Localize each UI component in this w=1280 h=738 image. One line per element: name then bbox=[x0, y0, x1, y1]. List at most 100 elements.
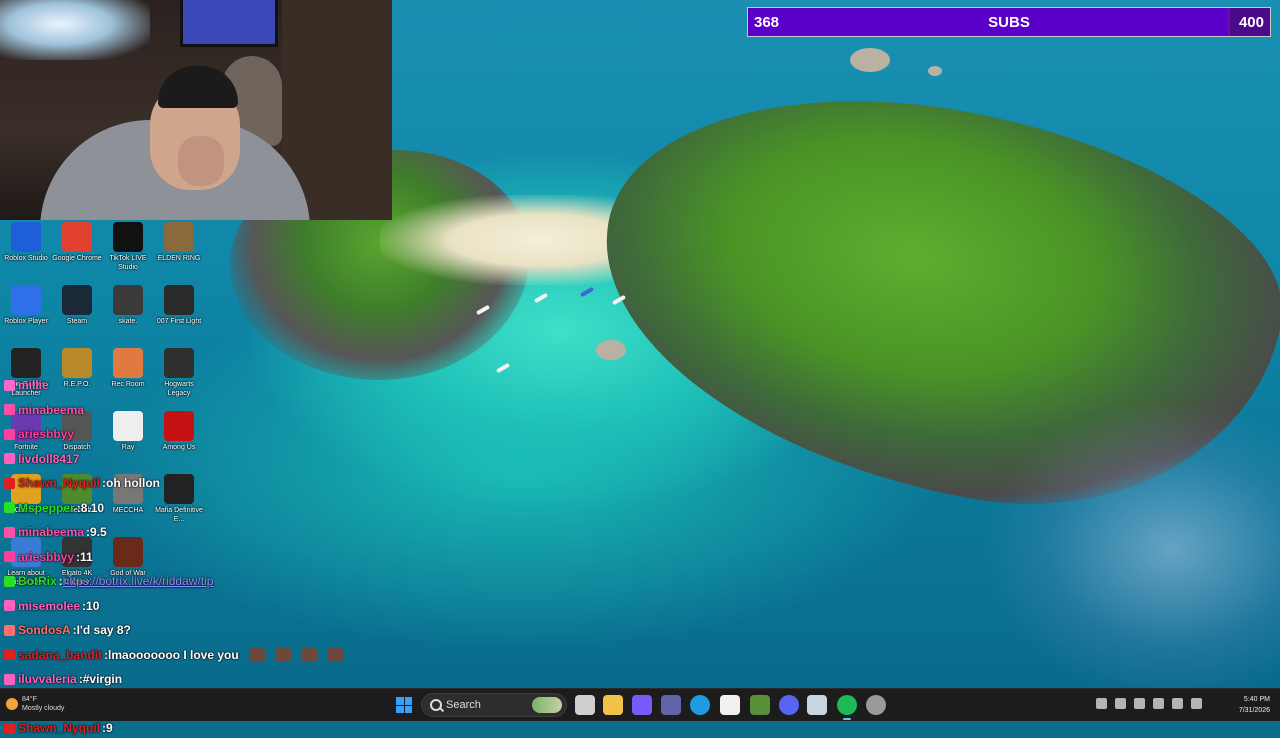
desktop-shortcut-label: skate. bbox=[118, 318, 138, 325]
chrome-icon bbox=[62, 222, 92, 252]
chevron-up-icon[interactable] bbox=[1096, 698, 1107, 709]
hogwarts-icon bbox=[164, 348, 194, 378]
chat-username: Shawn_Nyquil bbox=[18, 476, 101, 490]
chat-message: iluvvaleria : #virgin bbox=[4, 669, 122, 689]
chat-badge-icon bbox=[4, 600, 15, 611]
webcam-window-light bbox=[0, 0, 150, 60]
taskbar-clock[interactable]: 5:40 PM 7/31/2026 bbox=[1239, 694, 1270, 716]
task-view-icon[interactable] bbox=[575, 695, 595, 715]
chat-text: lmaooooooo I love you bbox=[108, 647, 239, 662]
steam-icon bbox=[62, 285, 92, 315]
chat-username: minabeema bbox=[18, 525, 85, 539]
chat-message: minabeema bbox=[4, 400, 86, 420]
network-icon[interactable] bbox=[1172, 698, 1183, 709]
webcam-tv bbox=[180, 0, 278, 47]
chat-text: #virgin bbox=[82, 672, 123, 686]
onedrive-icon[interactable] bbox=[1115, 698, 1126, 709]
chat-username: SondosA bbox=[18, 623, 71, 637]
desktop-shortcut-label: Roblox Player bbox=[4, 318, 48, 325]
chat-username: ariesbbyy bbox=[18, 549, 75, 564]
desktop-shortcut-label: TikTok LIVE Studio bbox=[109, 255, 147, 271]
spotify-icon[interactable] bbox=[837, 695, 857, 720]
chat-text: 11 bbox=[80, 549, 93, 564]
chat-text: oh hollon bbox=[106, 476, 160, 490]
desktop-shortcut[interactable]: ELDEN RING bbox=[154, 222, 204, 263]
sub-goal-bar: 368 SUBS 400 bbox=[747, 7, 1271, 37]
chat-message: Mspepper : 8.10 bbox=[4, 498, 104, 518]
weather-temp: 84°F bbox=[22, 696, 37, 703]
chat-message: millie bbox=[4, 375, 51, 395]
taskbar-search-box[interactable]: Search bbox=[421, 693, 567, 717]
chat-username: minabeema bbox=[18, 402, 85, 417]
chat-emote-icon bbox=[326, 647, 343, 662]
chat-badge-icon bbox=[4, 673, 15, 685]
007-icon bbox=[164, 285, 194, 315]
chat-badge-icon bbox=[4, 477, 15, 489]
desktop-shortcut[interactable]: skate. bbox=[103, 285, 153, 326]
chat-username: sadana_bandit bbox=[18, 647, 103, 662]
chat-message: sadana_bandit : lmaooooooo I love you bbox=[4, 645, 343, 665]
weather-desc: Mostly cloudy bbox=[22, 705, 65, 712]
chat-username: BotRix bbox=[18, 574, 57, 588]
chat-emote-icon bbox=[300, 647, 317, 662]
chat-message: BotRix : https://botrix.live/k/riddaw/ti… bbox=[4, 571, 213, 591]
microphone-icon[interactable] bbox=[1134, 698, 1145, 709]
roblox-studio-icon bbox=[11, 222, 41, 252]
wallpaper-boat bbox=[579, 286, 595, 298]
desktop-shortcut[interactable]: Steam bbox=[52, 285, 102, 326]
chat-message: minabeema : 9.5 bbox=[4, 522, 107, 542]
obs-icon[interactable] bbox=[866, 695, 886, 715]
chat-badge-icon bbox=[4, 379, 15, 391]
chat-badge-icon bbox=[4, 502, 15, 513]
epic-games-icon bbox=[11, 348, 41, 378]
repo-icon bbox=[62, 348, 92, 378]
wallpaper-boat bbox=[533, 292, 549, 304]
chat-message: ariesbbyy bbox=[4, 424, 76, 444]
edge-icon[interactable] bbox=[690, 695, 710, 715]
chat-badge-icon bbox=[4, 453, 15, 464]
chat-message: livdoll8417 bbox=[4, 449, 81, 469]
search-icon bbox=[430, 699, 442, 711]
chat-overlay: millie minabeema ariesbbyy livdoll8417 Shawn… bbox=[0, 375, 400, 735]
desktop-shortcut-label: Roblox Studio bbox=[4, 255, 48, 262]
desktop-shortcut-label: Google Chrome bbox=[52, 255, 102, 262]
file-explorer-icon[interactable] bbox=[603, 695, 623, 715]
taskbar: 84°F Mostly cloudy Search 5:40 PM 7/31/2… bbox=[0, 688, 1280, 721]
volume-icon[interactable] bbox=[1191, 698, 1202, 709]
desktop-shortcut[interactable]: Roblox Studio bbox=[1, 222, 51, 263]
desktop-shortcut[interactable]: Google Chrome bbox=[52, 222, 102, 263]
chat-text: 9 bbox=[106, 721, 113, 735]
chat-link[interactable]: https://botrix.live/k/riddaw/tip bbox=[63, 574, 214, 588]
chat-message: Shawn_Nyquil : oh hollon bbox=[4, 473, 160, 493]
steam-taskbar-icon[interactable] bbox=[807, 695, 827, 715]
chat-badge-icon bbox=[4, 722, 15, 734]
wallpaper-rock bbox=[596, 340, 626, 360]
chat-message: SondosA : I'd say 8? bbox=[4, 620, 131, 640]
chat-username: livdoll8417 bbox=[18, 451, 80, 466]
copilot-icon[interactable] bbox=[632, 695, 652, 715]
desktop-shortcut[interactable]: 007 First Light bbox=[154, 285, 204, 326]
weather-widget[interactable]: 84°F Mostly cloudy bbox=[6, 695, 64, 713]
chat-username: iluvvaleria bbox=[18, 672, 77, 686]
desktop-shortcut-label: 007 First Light bbox=[156, 318, 202, 325]
wallpaper-rock bbox=[928, 66, 942, 76]
desktop-shortcut[interactable]: TikTok LIVE Studio bbox=[103, 222, 153, 272]
search-highlight-image bbox=[532, 697, 562, 713]
chat-emote-icon bbox=[248, 647, 265, 662]
display-icon[interactable] bbox=[1153, 698, 1164, 709]
app-icon[interactable] bbox=[750, 695, 770, 715]
chat-emote-icon bbox=[274, 647, 291, 662]
discord-icon[interactable] bbox=[779, 695, 799, 715]
chat-text: 8.10 bbox=[80, 500, 105, 515]
wallpaper-boat bbox=[495, 362, 511, 374]
desktop-shortcut[interactable]: Roblox Player bbox=[1, 285, 51, 326]
teams-icon[interactable] bbox=[661, 695, 681, 715]
start-button[interactable] bbox=[396, 697, 412, 713]
chat-badge-icon bbox=[4, 428, 15, 440]
search-label: Search bbox=[446, 699, 481, 711]
rec-room-icon bbox=[113, 348, 143, 378]
chat-badge-icon bbox=[4, 624, 15, 636]
elden-ring-icon bbox=[164, 222, 194, 252]
store-icon[interactable] bbox=[720, 695, 740, 715]
desktop-shortcut-label: ELDEN RING bbox=[157, 255, 201, 262]
